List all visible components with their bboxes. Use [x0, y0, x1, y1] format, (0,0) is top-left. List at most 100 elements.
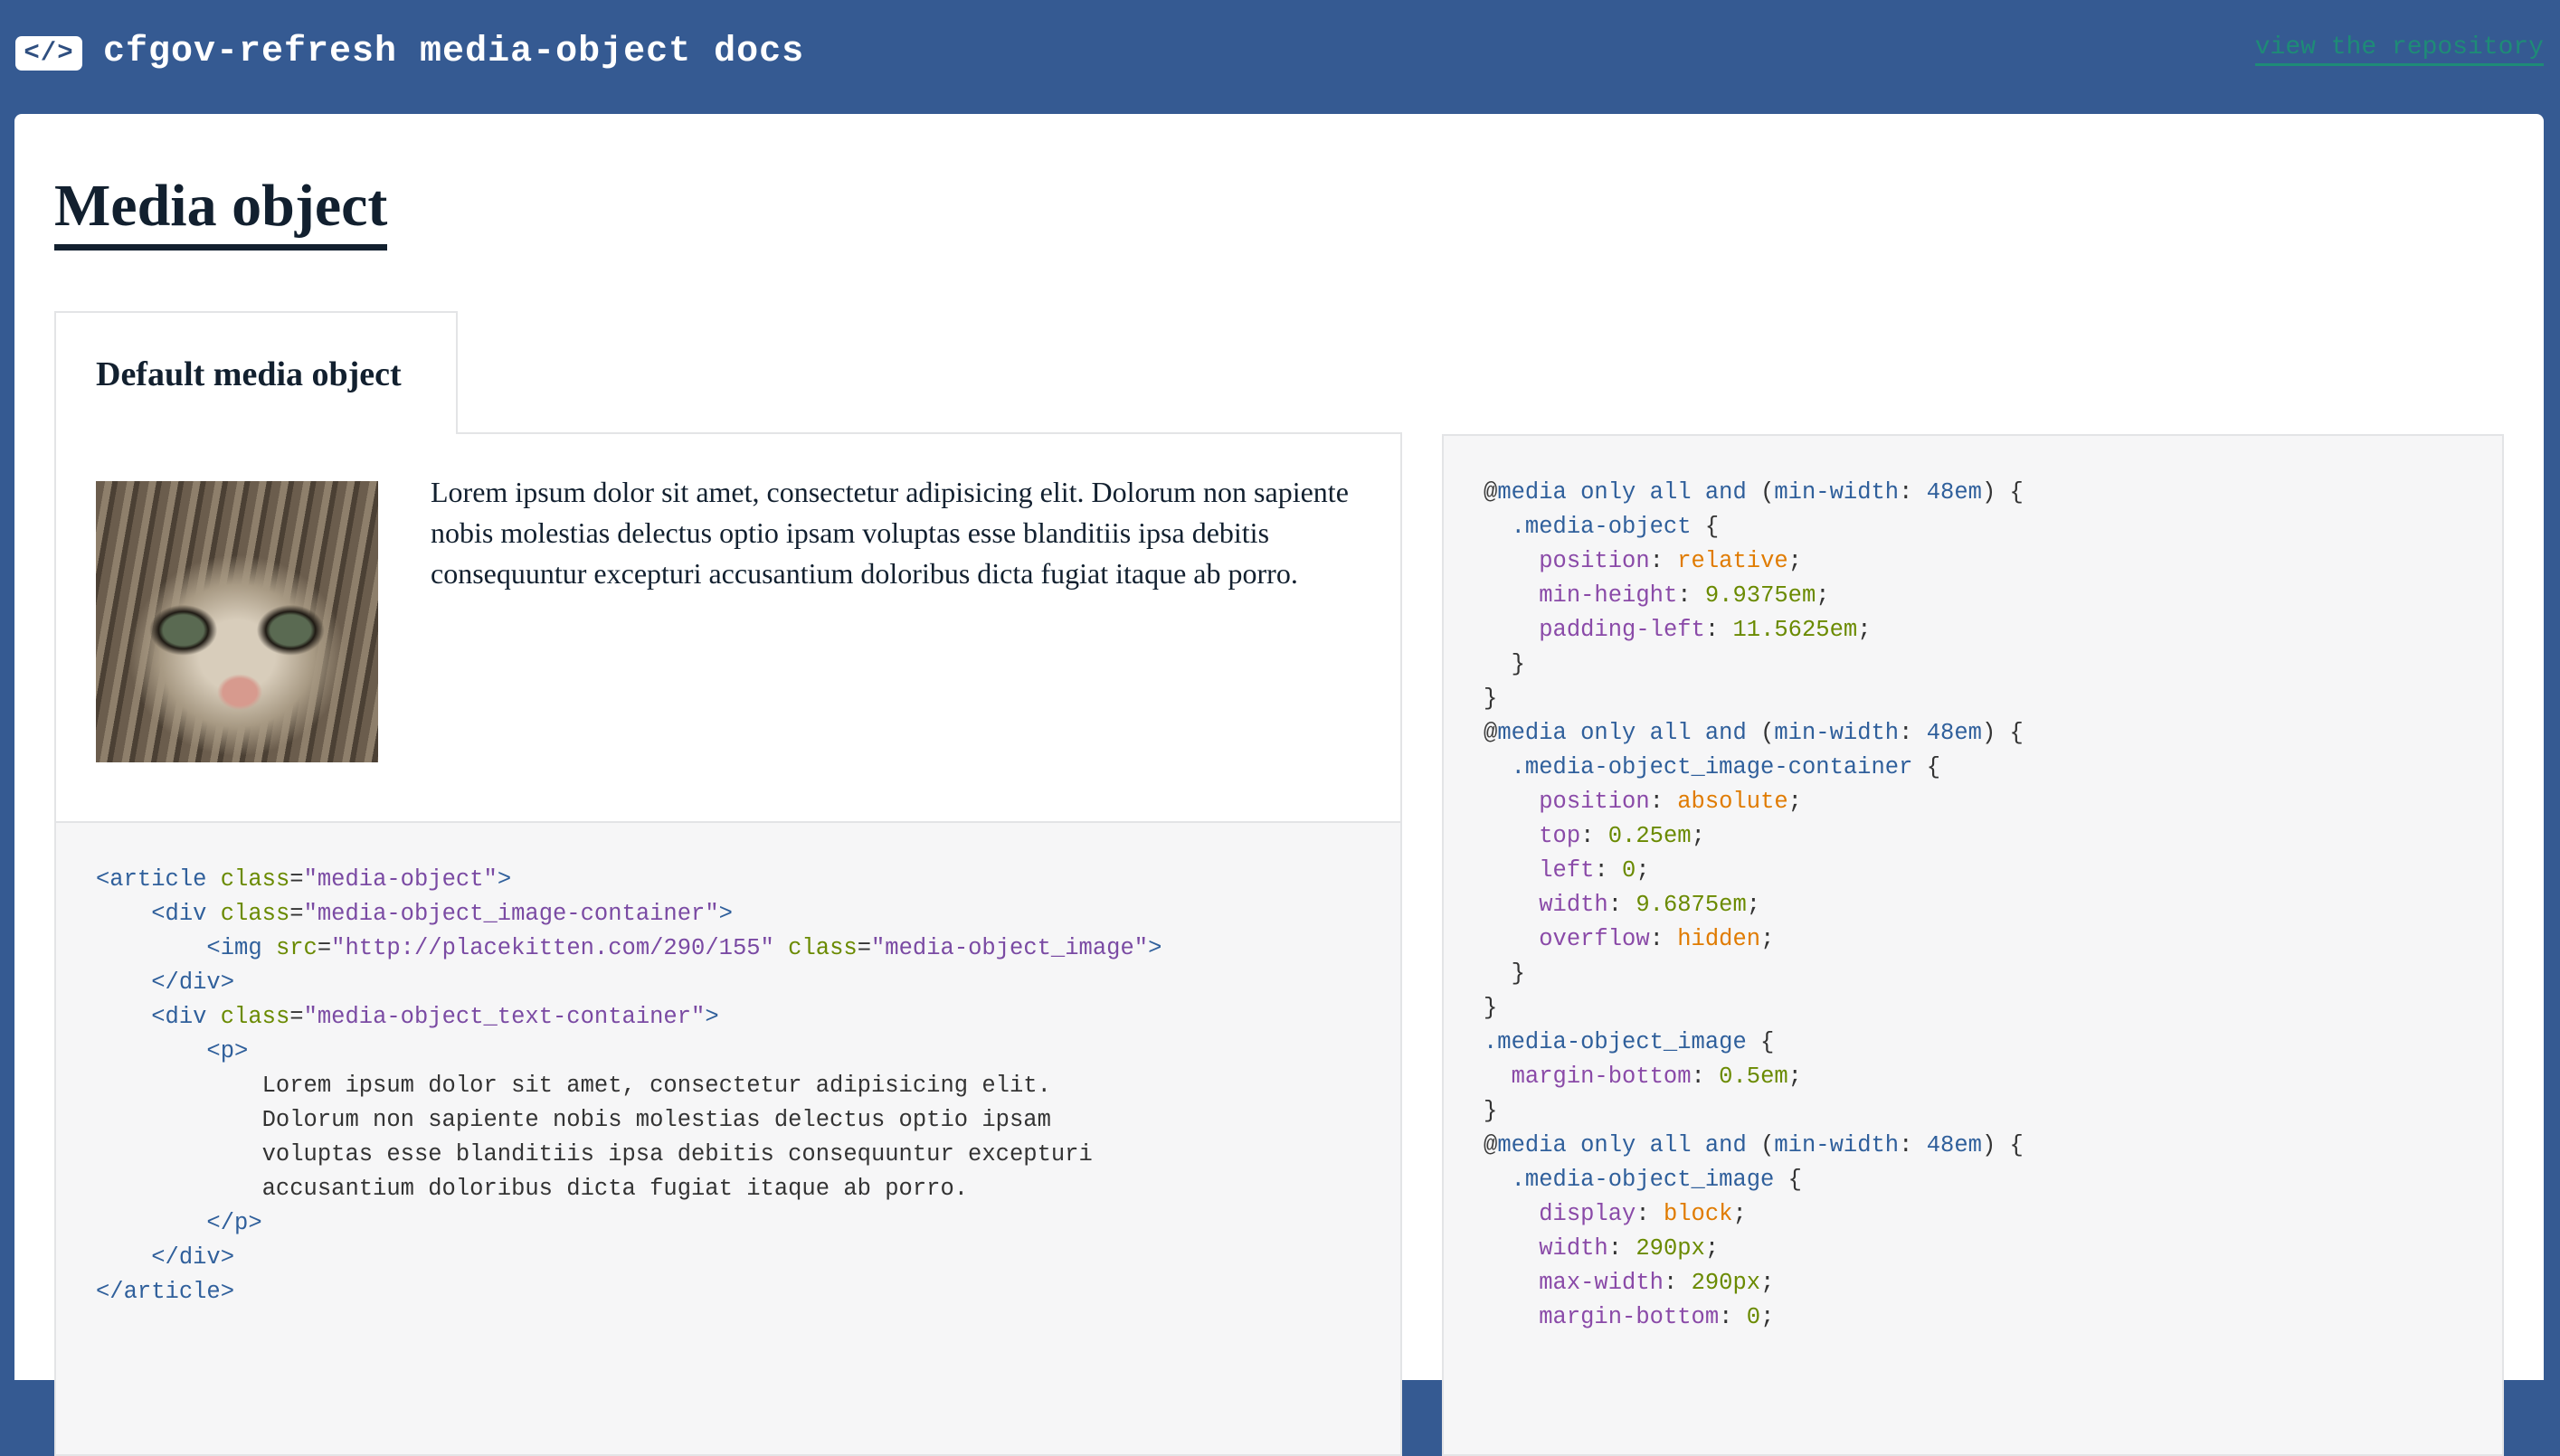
code-token: @: [1484, 720, 1498, 746]
code-token: ;: [1787, 1064, 1802, 1090]
code-token: <div: [151, 1004, 221, 1030]
code-token: </div>: [151, 969, 235, 996]
code-token: ;: [1760, 1304, 1775, 1330]
code-token: .media-object_image-container: [1511, 754, 1913, 780]
demo-paragraph: Lorem ipsum dolor sit amet, consectetur …: [431, 476, 1349, 590]
code-token: (: [1760, 479, 1775, 506]
code-line: .media-object_image {: [1484, 1167, 1802, 1193]
code-line: padding-left: 11.5625em;: [1484, 617, 1872, 643]
code-token: 9.9375em: [1704, 582, 1816, 609]
code-token: margin-bottom: [1539, 1304, 1720, 1330]
code-token: padding-left: [1539, 617, 1705, 643]
code-line: display: block;: [1484, 1201, 1747, 1227]
code-token: (: [1760, 720, 1775, 746]
code-token: </article>: [96, 1279, 235, 1305]
code-token: class: [220, 1004, 290, 1030]
code-token: 0: [1622, 857, 1636, 884]
code-line: margin-bottom: 0;: [1484, 1304, 1774, 1330]
code-token: {: [1746, 1029, 1775, 1055]
code-line: @media only all and (min-width: 48em) {: [1484, 479, 2024, 506]
code-token: @: [1484, 479, 1498, 506]
code-line: <article class="media-object">: [96, 866, 511, 893]
code-token: =: [317, 935, 332, 961]
code-token: Dolorum non sapiente nobis molestias del…: [96, 1107, 1051, 1133]
code-token: ;: [1746, 892, 1761, 918]
code-token: >: [705, 1004, 719, 1030]
code-token: :: [1704, 617, 1733, 643]
tab-default-media-object[interactable]: Default media object: [54, 311, 458, 434]
code-token: :: [1607, 892, 1636, 918]
code-token: <article: [96, 866, 221, 893]
code-line: overflow: hidden;: [1484, 926, 1774, 952]
html-code: <article class="media-object"> <div clas…: [96, 863, 1161, 1309]
code-token: 0: [1746, 1304, 1761, 1330]
code-token: left: [1539, 857, 1595, 884]
code-token: src: [275, 935, 318, 961]
code-token: "media-object_text-container": [303, 1004, 706, 1030]
code-token: >: [1148, 935, 1162, 961]
code-token: ;: [1857, 617, 1872, 643]
code-token: <p>: [206, 1038, 249, 1064]
code-line: <div class="media-object_image-container…: [96, 901, 733, 927]
code-token: <div: [151, 901, 221, 927]
code-line: </div>: [96, 1244, 234, 1271]
code-token: max-width: [1539, 1270, 1664, 1296]
code-token: </div>: [151, 1244, 235, 1271]
code-token: Lorem ipsum dolor sit amet, consectetur …: [96, 1073, 1051, 1099]
code-token: 9.6875em: [1636, 892, 1747, 918]
code-token: 0.25em: [1607, 823, 1692, 849]
code-line: }: [1484, 995, 1497, 1021]
code-line: Dolorum non sapiente nobis molestias del…: [96, 1107, 1051, 1133]
code-token: :: [1649, 789, 1678, 815]
code-token: .media-object_image: [1511, 1167, 1775, 1193]
code-line: </article>: [96, 1279, 234, 1305]
code-token: position: [1539, 789, 1650, 815]
code-token: class: [788, 935, 858, 961]
code-token: :: [1677, 582, 1705, 609]
code-line: width: 9.6875em;: [1484, 892, 1760, 918]
code-token: ;: [1787, 548, 1802, 574]
code-token: (: [1760, 1132, 1775, 1158]
code-token: media only all and: [1497, 720, 1761, 746]
code-token: ;: [1732, 1201, 1747, 1227]
tab-label: Default media object: [96, 355, 402, 393]
code-token: 0.5em: [1719, 1064, 1788, 1090]
code-token: ;: [1760, 926, 1775, 952]
code-token: .media-object: [1511, 514, 1692, 540]
code-line: }: [1484, 1098, 1497, 1124]
code-token: =: [289, 901, 304, 927]
code-token: >: [718, 901, 733, 927]
view-repository-link[interactable]: view the repository: [2254, 33, 2544, 66]
code-line: position: absolute;: [1484, 789, 1802, 815]
code-token: =: [289, 866, 304, 893]
code-token: ;: [1691, 823, 1705, 849]
code-line: position: relative;: [1484, 548, 1802, 574]
code-line: <div class="media-object_text-container"…: [96, 1004, 719, 1030]
code-token: }: [1484, 685, 1498, 712]
code-token: @: [1484, 1132, 1498, 1158]
code-token: :: [1607, 1235, 1636, 1262]
page-title: Media object: [54, 170, 388, 251]
code-token: top: [1539, 823, 1581, 849]
code-line: }: [1484, 960, 1525, 987]
code-token: min-width: [1774, 479, 1900, 506]
main-content: Media object Default media object Lorem …: [14, 114, 2544, 1456]
code-token: =: [857, 935, 871, 961]
code-token: "media-object": [303, 866, 498, 893]
code-token: width: [1539, 892, 1608, 918]
code-token: .media-object_image: [1484, 1029, 1747, 1055]
